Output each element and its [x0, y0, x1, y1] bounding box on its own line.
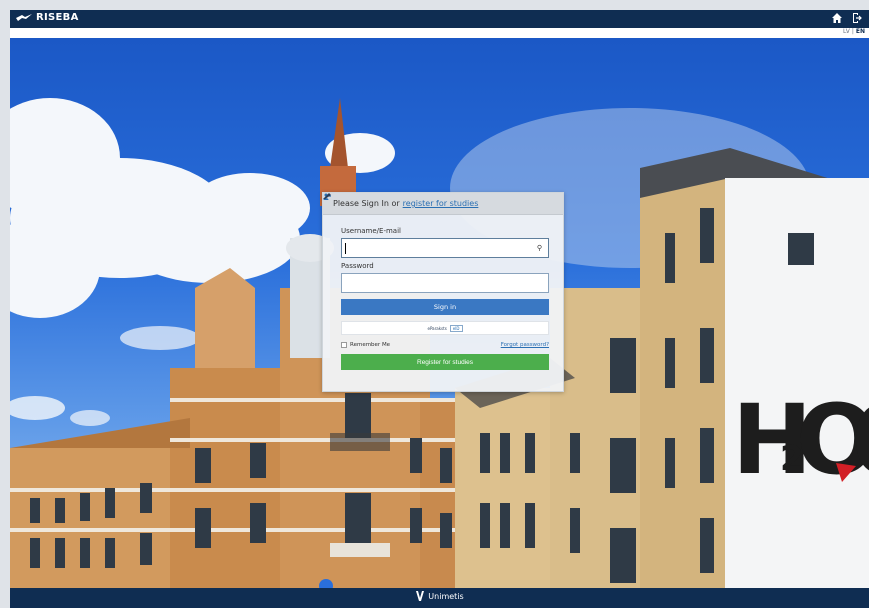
brand-name: RISEBA	[36, 12, 79, 23]
password-input[interactable]	[341, 273, 549, 293]
app-window: RISEBA LV | EN H 2 O Please Sign In or r…	[10, 10, 869, 608]
riseba-logo[interactable]: RISEBA	[16, 12, 79, 23]
lang-separator: |	[851, 28, 854, 35]
remember-me-checkbox[interactable]: Remember Me	[341, 342, 390, 348]
home-icon[interactable]	[831, 12, 843, 24]
register-for-studies-button[interactable]: Register for studies	[341, 354, 549, 370]
login-form: Username/E-mail ⚲ Password Sign in ePara…	[323, 193, 563, 370]
checkbox-box[interactable]	[341, 342, 347, 348]
riseba-bird-icon	[16, 13, 32, 21]
top-navbar: RISEBA	[10, 10, 869, 28]
sign-in-button[interactable]: Sign in	[341, 299, 549, 315]
remember-me-label: Remember Me	[350, 342, 391, 348]
username-input[interactable]: ⚲	[341, 238, 549, 258]
sign-digit-6: 6	[850, 384, 869, 496]
lang-lv[interactable]: LV	[843, 28, 850, 35]
unimetis-logo[interactable]: Unimetis	[415, 591, 464, 601]
login-header: Please Sign In or register for studies	[323, 193, 563, 215]
eparaksts-label: eParaksts	[427, 325, 447, 331]
username-label: Username/E-mail	[341, 227, 401, 235]
eid-badge: eID	[449, 324, 463, 332]
eparaksts-pen-icon	[323, 193, 331, 199]
login-panel: Please Sign In or register for studies U…	[322, 192, 564, 392]
register-link[interactable]: register for studies	[323, 193, 479, 208]
register-link-label: register for studies	[402, 199, 479, 208]
building-sign: H 2 O 6	[732, 384, 869, 496]
forgot-password-link[interactable]: Forgot password?	[501, 342, 549, 348]
logout-icon[interactable]	[851, 12, 863, 24]
eparaksts-button[interactable]: eParaksts eID	[323, 193, 549, 335]
key-icon[interactable]: ⚲	[537, 244, 542, 252]
campus-background-photo: H 2 O 6 Please Sign In or register for s…	[10, 38, 869, 588]
footer: Unimetis	[10, 588, 869, 608]
sign-in-prompt: Please Sign In or	[333, 199, 400, 208]
language-bar: LV | EN	[10, 28, 869, 38]
password-label: Password	[341, 262, 374, 270]
unimetis-mark-icon	[416, 591, 425, 601]
unimetis-name: Unimetis	[428, 591, 464, 601]
text-caret	[345, 243, 346, 254]
lang-en[interactable]: EN	[856, 28, 865, 35]
